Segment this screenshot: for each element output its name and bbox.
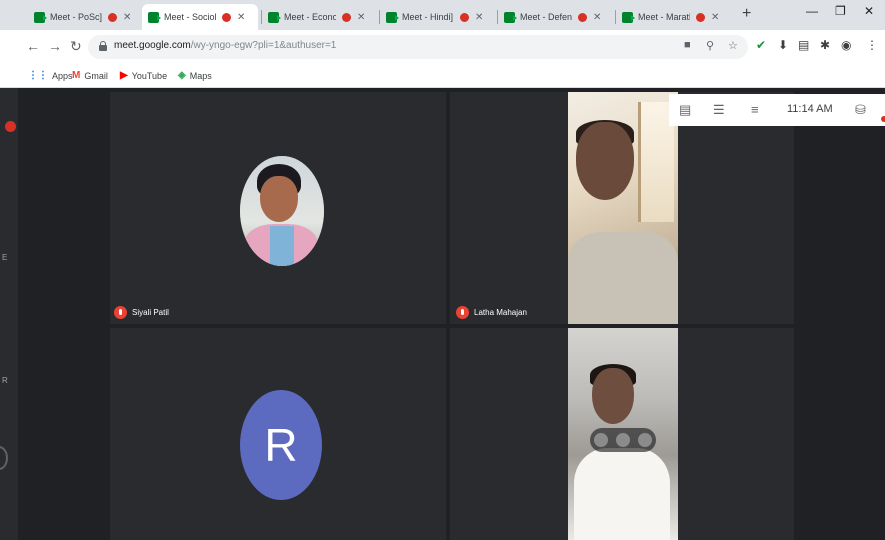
recording-dot-icon [578, 12, 587, 22]
tab-title: Meet - Defenc [520, 12, 572, 22]
bookmark-label: Maps [189, 70, 212, 81]
participant-name-tag: Latha Mahajan [456, 306, 527, 319]
bookmarks-bar: ⋮⋮ Apps M Gmail ▶ YouTube ◈ Maps [0, 64, 885, 88]
star-icon[interactable]: ☆ [728, 39, 738, 52]
participant-tile[interactable]: Latha Mahajan [450, 92, 794, 324]
tab-title: Meet - Econo] [284, 12, 336, 22]
bookmark-label: Gmail [84, 70, 108, 81]
background-window-edge: E R [0, 88, 18, 540]
forward-arrow-icon[interactable]: → [48, 38, 62, 54]
tile-hover-controls[interactable] [590, 428, 656, 452]
youtube-icon: ▶ [120, 70, 128, 81]
chat-icon[interactable]: ☰ [713, 102, 725, 118]
minimize-icon[interactable]: — [806, 4, 818, 18]
recording-dot-icon [342, 12, 351, 22]
participant-tile[interactable]: Siyali Patil [110, 92, 446, 324]
recording-dot-icon [108, 12, 117, 22]
download-icon[interactable]: ⬇ [778, 38, 788, 52]
meet-favicon-icon [504, 11, 517, 23]
close-window-icon[interactable]: ✕ [864, 4, 874, 18]
mic-off-icon [456, 306, 469, 319]
mute-icon[interactable] [616, 433, 630, 447]
participants-icon[interactable]: ≡ [751, 102, 759, 117]
tab-meet-hindi[interactable]: Meet - Hindi] ✕ [379, 4, 496, 30]
recording-dot-icon [222, 12, 231, 22]
meet-stage: Siyali Patil Latha Mahajan R [18, 88, 885, 540]
meet-favicon-icon [148, 11, 161, 23]
lock-icon [99, 41, 107, 51]
recording-badge-dot [881, 116, 885, 122]
reload-icon[interactable]: ↻ [70, 38, 82, 55]
tab-meet-marathi[interactable]: Meet - Marathi ✕ [615, 4, 732, 30]
bookmark-youtube[interactable]: ▶ YouTube [120, 70, 167, 81]
browser-toolbar: ← → ↻ meet.google.com/wy-yngo-egw?pli=1&… [0, 30, 885, 64]
notification-dot-icon [5, 121, 16, 132]
gmail-icon: M [72, 70, 81, 81]
url-host: meet.google.com [114, 40, 191, 51]
edge-glyph: E [2, 253, 8, 262]
participant-tile[interactable] [450, 328, 794, 540]
participant-name: Latha Mahajan [474, 308, 527, 317]
recording-icon[interactable]: ⛁ [855, 102, 866, 118]
bookmark-apps[interactable]: ⋮⋮ Apps [28, 70, 73, 81]
meet-favicon-icon [622, 11, 635, 23]
recording-dot-icon [696, 12, 705, 22]
meet-favicon-icon [268, 11, 281, 23]
edge-ring-icon [0, 446, 8, 470]
tab-meet-economics[interactable]: Meet - Econo] ✕ [261, 4, 376, 30]
url-path: /wy-yngo-egw?pli=1&authuser=1 [190, 40, 337, 51]
camera-icon[interactable]: ■ [684, 39, 691, 51]
apps-grid-icon: ⋮⋮ [28, 70, 48, 81]
url-text[interactable]: meet.google.com/wy-yngo-egw?pli=1&authus… [114, 40, 336, 51]
meet-info-bar: ▤ ☰ ≡ 11:14 AM ⛁ [669, 94, 885, 126]
zoom-icon[interactable]: ⚲ [706, 39, 714, 52]
close-tab-icon[interactable]: ✕ [123, 12, 131, 23]
puzzle-icon[interactable]: ✱ [820, 38, 830, 52]
restore-icon[interactable]: ❐ [835, 4, 846, 18]
bookmark-label: Apps [52, 70, 73, 81]
participant-tile[interactable]: R [110, 328, 446, 540]
tab-strip: Meet - PoSc] ✕ Meet - Sociolo ✕ Meet - E… [0, 0, 885, 30]
meet-favicon-icon [34, 11, 47, 23]
tab-meet-sociology[interactable]: Meet - Sociolo ✕ [142, 4, 258, 30]
meeting-clock: 11:14 AM [787, 103, 833, 115]
notes-icon[interactable]: ▤ [798, 38, 809, 52]
participant-avatar-photo [240, 156, 324, 266]
close-tab-icon[interactable]: ✕ [593, 12, 601, 23]
present-icon[interactable]: ▤ [679, 102, 691, 118]
close-tab-icon[interactable]: ✕ [237, 12, 245, 23]
participant-initial-avatar: R [240, 390, 322, 500]
maps-icon: ◈ [178, 70, 186, 81]
meet-favicon-icon [386, 11, 399, 23]
recording-dot-icon [460, 12, 469, 22]
participant-video [568, 328, 678, 540]
profile-icon[interactable]: ◉ [841, 38, 851, 52]
pin-icon[interactable] [594, 433, 608, 447]
tab-meet-posc[interactable]: Meet - PoSc] ✕ [28, 4, 140, 30]
tab-title: Meet - Sociolo [164, 12, 216, 22]
address-bar[interactable]: meet.google.com/wy-yngo-egw?pli=1&authus… [88, 35, 748, 59]
tab-title: Meet - Marathi [638, 12, 690, 22]
menu-icon[interactable]: ⋮ [866, 38, 878, 52]
check-icon[interactable]: ✔ [756, 38, 766, 52]
bookmark-maps[interactable]: ◈ Maps [178, 70, 212, 81]
more-icon[interactable] [638, 433, 652, 447]
participant-name-tag: Siyali Patil [114, 306, 169, 319]
close-tab-icon[interactable]: ✕ [357, 12, 365, 23]
bookmark-gmail[interactable]: M Gmail [72, 70, 108, 81]
back-arrow-icon[interactable]: ← [26, 38, 40, 54]
edge-glyph: R [2, 376, 8, 385]
mic-off-icon [114, 306, 127, 319]
new-tab-plus-icon[interactable]: + [742, 5, 751, 23]
bookmark-label: YouTube [131, 70, 168, 81]
close-tab-icon[interactable]: ✕ [475, 12, 483, 23]
close-tab-icon[interactable]: ✕ [711, 12, 719, 23]
participant-name: Siyali Patil [132, 308, 169, 317]
participant-video [568, 92, 678, 324]
tab-title: Meet - PoSc] [50, 12, 102, 22]
tab-meet-defence[interactable]: Meet - Defenc ✕ [497, 4, 614, 30]
tab-title: Meet - Hindi] [402, 12, 454, 22]
